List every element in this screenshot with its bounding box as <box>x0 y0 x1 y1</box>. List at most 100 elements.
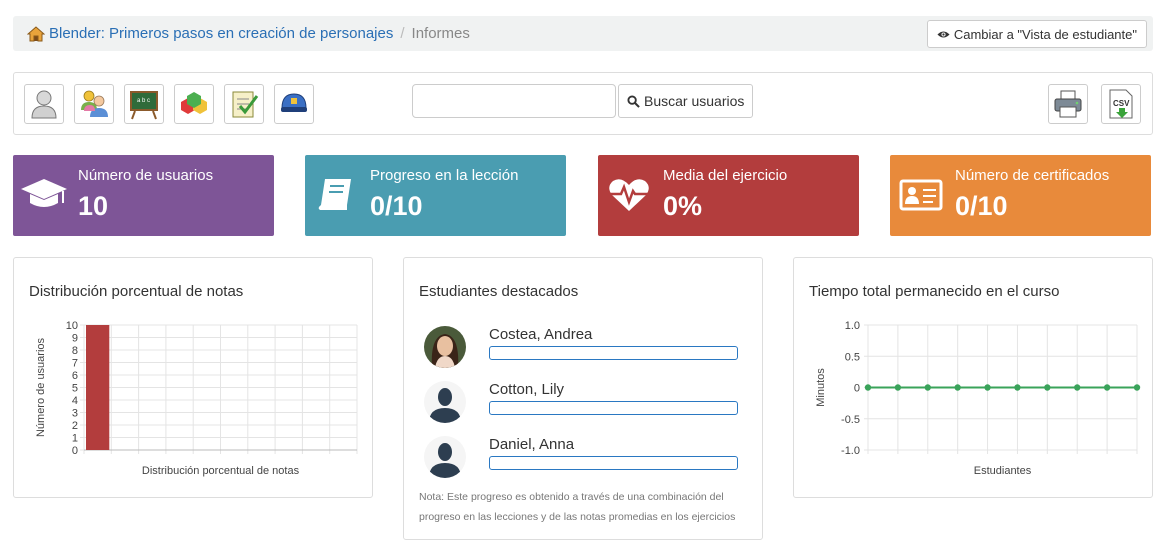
student-progress-bar <box>489 456 738 470</box>
stat-certificates-value: 0/10 <box>955 191 1008 221</box>
stat-lesson-progress-value: 0/10 <box>370 191 423 221</box>
blackboard-icon: a b c <box>130 91 158 120</box>
time-in-course-chart: 1.0 0.5 0 -0.5 -1.0 Estudiantes Minutos <box>815 320 1141 477</box>
student-row[interactable]: Costea, Andrea <box>424 326 744 370</box>
y-tick-label: 0.5 <box>845 351 860 363</box>
breadcrumb: Blender: Primeros pasos en creación de p… <box>27 25 470 42</box>
top-students-title: Estudiantes destacados <box>419 283 579 300</box>
y-tick-label: 0 <box>72 445 78 457</box>
stat-users: Número de usuarios 10 <box>13 155 274 236</box>
breadcrumb-course-link[interactable]: Blender: Primeros pasos en creación de p… <box>49 25 393 42</box>
search-users-label: Buscar usuarios <box>644 93 745 109</box>
student-progress-bar <box>489 346 738 360</box>
y-tick-label: -1.0 <box>841 445 860 457</box>
grade-distribution-panel: Distribución porcentual de notas 0123456… <box>13 257 373 498</box>
data-point <box>1133 384 1141 391</box>
breadcrumb-current: Informes <box>411 25 470 42</box>
data-point <box>864 384 872 391</box>
y-tick-label: 5 <box>72 383 78 395</box>
y-tick-label: 0 <box>854 383 860 395</box>
stat-users-label: Número de usuarios <box>78 167 214 184</box>
blocks-icon <box>181 92 207 114</box>
stat-certificates-label: Número de certificados <box>955 167 1110 184</box>
stat-exercise-average-value: 0% <box>663 191 703 221</box>
student-name: Cotton, Lily <box>489 381 565 398</box>
blocks-button[interactable] <box>174 84 214 124</box>
csv-label: CSV <box>1113 99 1130 108</box>
y-tick-label: 6 <box>72 370 78 382</box>
printer-icon <box>1054 90 1082 118</box>
y-tick-label: 8 <box>72 345 78 357</box>
user-button[interactable] <box>24 84 64 124</box>
y-tick-label: 1.0 <box>845 320 860 332</box>
student-avatar-photo <box>424 326 466 368</box>
csv-download-icon: CSV <box>1109 89 1133 119</box>
student-name: Costea, Andrea <box>489 326 593 343</box>
y-tick-label: 7 <box>72 358 78 370</box>
csv-export-button[interactable]: CSV <box>1101 84 1141 124</box>
users-group-icon <box>81 90 108 117</box>
print-button[interactable] <box>1048 84 1088 124</box>
grade-distribution-title: Distribución porcentual de notas <box>29 283 244 300</box>
student-name: Daniel, Anna <box>489 436 575 453</box>
svg-text:a b c: a b c <box>137 98 150 104</box>
y-tick-label: -0.5 <box>841 414 860 426</box>
breadcrumb-separator: / <box>400 25 405 42</box>
police-helmet-icon <box>281 93 307 112</box>
blackboard-button[interactable]: a b c <box>124 84 164 124</box>
book-icon <box>318 179 351 210</box>
heartbeat-icon <box>609 179 649 211</box>
police-helmet-button[interactable] <box>274 84 314 124</box>
data-point <box>894 384 902 391</box>
toolbar: a b c Buscar usuarios CSV <box>13 72 1153 135</box>
stat-users-value: 10 <box>78 191 109 221</box>
search-input[interactable] <box>412 84 616 118</box>
x-axis-label: Estudiantes <box>974 465 1032 477</box>
breadcrumb-bar: Blender: Primeros pasos en creación de p… <box>13 16 1153 51</box>
progress-note: Nota: Este progreso es obtenido a través… <box>419 491 736 523</box>
search-users-button[interactable]: Buscar usuarios <box>618 84 754 118</box>
search-icon <box>627 94 640 108</box>
checklist-button[interactable] <box>224 84 264 124</box>
data-point <box>924 384 931 391</box>
y-axis-label: Número de usuarios <box>35 337 47 437</box>
data-point <box>1014 384 1021 391</box>
data-point <box>954 384 961 391</box>
stat-exercise-average: Media del ejercicio 0% <box>598 155 859 236</box>
stat-exercise-average-label: Media del ejercicio <box>663 167 788 184</box>
data-point <box>1103 384 1111 391</box>
y-tick-label: 4 <box>72 395 78 407</box>
data-point <box>1074 384 1081 391</box>
stat-certificates: Número de certificados 0/10 <box>890 155 1151 236</box>
student-view-label: Cambiar a "Vista de estudiante" <box>953 26 1137 42</box>
grade-distribution-chart: 012345678910 Distribución porcentual de n… <box>35 320 358 477</box>
y-tick-label: 10 <box>66 320 78 332</box>
id-card-icon <box>899 179 943 211</box>
y-tick-label: 2 <box>72 420 78 432</box>
x-axis-label: Distribución porcentual de notas <box>142 465 300 477</box>
bar <box>86 325 110 450</box>
graduation-cap-icon <box>21 179 67 207</box>
stat-lesson-progress: Progreso en la lección 0/10 <box>305 155 566 236</box>
student-view-button[interactable]: Cambiar a "Vista de estudiante" <box>926 20 1147 48</box>
student-progress-bar <box>489 401 738 415</box>
default-avatar-icon <box>424 381 466 423</box>
y-tick-label: 3 <box>72 408 78 420</box>
y-tick-label: 9 <box>72 333 78 345</box>
y-tick-label: 1 <box>72 433 78 445</box>
student-row[interactable]: Cotton, Lily <box>424 381 744 425</box>
time-in-course-panel: Tiempo total permanecido en el curso 1.0… <box>793 257 1153 498</box>
data-point <box>984 384 991 391</box>
default-avatar-icon <box>424 436 466 478</box>
top-students-panel: Estudiantes destacados Costea, Andrea Co… <box>403 257 763 540</box>
users-group-button[interactable] <box>74 84 114 124</box>
data-point <box>1044 384 1051 391</box>
student-row[interactable]: Daniel, Anna <box>424 436 744 480</box>
time-in-course-title: Tiempo total permanecido en el curso <box>809 283 1060 300</box>
y-axis-label: Minutos <box>815 368 827 407</box>
home-icon[interactable] <box>27 25 45 42</box>
stat-lesson-progress-label: Progreso en la lección <box>370 167 519 184</box>
user-icon <box>31 90 57 119</box>
eye-icon <box>937 30 950 38</box>
checklist-icon <box>232 91 259 118</box>
